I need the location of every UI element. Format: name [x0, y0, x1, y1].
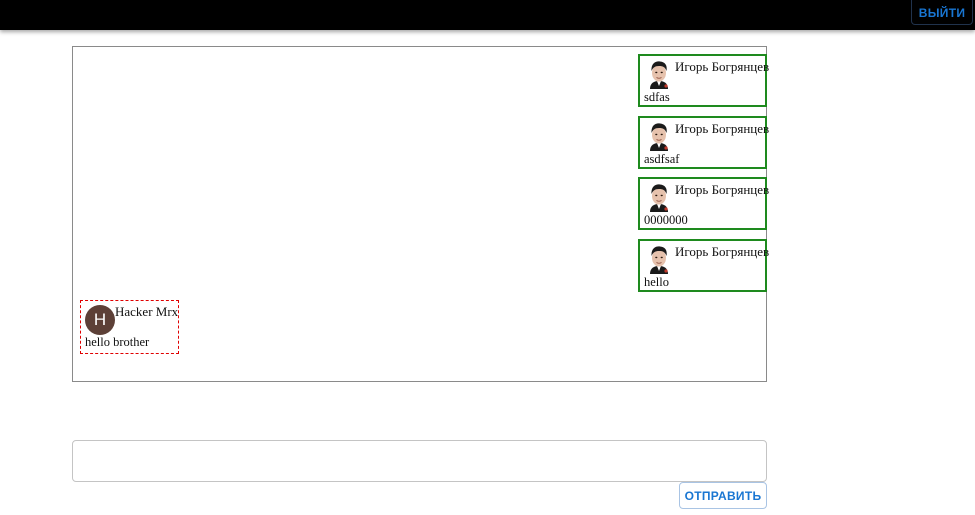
message-text: hello	[644, 275, 669, 289]
outgoing-message-card: Игорь Богрянцев asdfsaf	[638, 116, 770, 169]
outgoing-message-card: Игорь Богрянцев sdfas	[638, 54, 770, 107]
user-photo-avatar	[646, 244, 672, 274]
incoming-message-card: H Hacker Mrx hello brother	[80, 300, 179, 354]
logout-button[interactable]: ВЫЙТИ	[911, 0, 973, 25]
message-author: Игорь Богрянцев	[675, 121, 770, 136]
message-text: asdfsaf	[644, 152, 680, 166]
letter-avatar: H	[85, 305, 115, 335]
outgoing-message-card: Игорь Богрянцев hello	[638, 239, 770, 292]
message-author: Игорь Богрянцев	[675, 244, 770, 259]
message-text: 0000000	[644, 213, 688, 227]
message-text: sdfas	[644, 90, 670, 104]
user-photo-avatar	[646, 182, 672, 212]
message-text: hello brother	[85, 335, 150, 349]
message-author: Hacker Mrx	[115, 304, 179, 319]
top-app-bar: ВЫЙТИ	[0, 0, 975, 30]
message-author: Игорь Богрянцев	[675, 59, 770, 74]
user-photo-avatar	[646, 59, 672, 89]
message-author: Игорь Богрянцев	[675, 182, 770, 197]
message-input[interactable]	[72, 440, 767, 482]
send-button[interactable]: ОТПРАВИТЬ	[679, 482, 767, 509]
user-photo-avatar	[646, 121, 672, 151]
outgoing-message-card: Игорь Богрянцев 0000000	[638, 177, 770, 230]
